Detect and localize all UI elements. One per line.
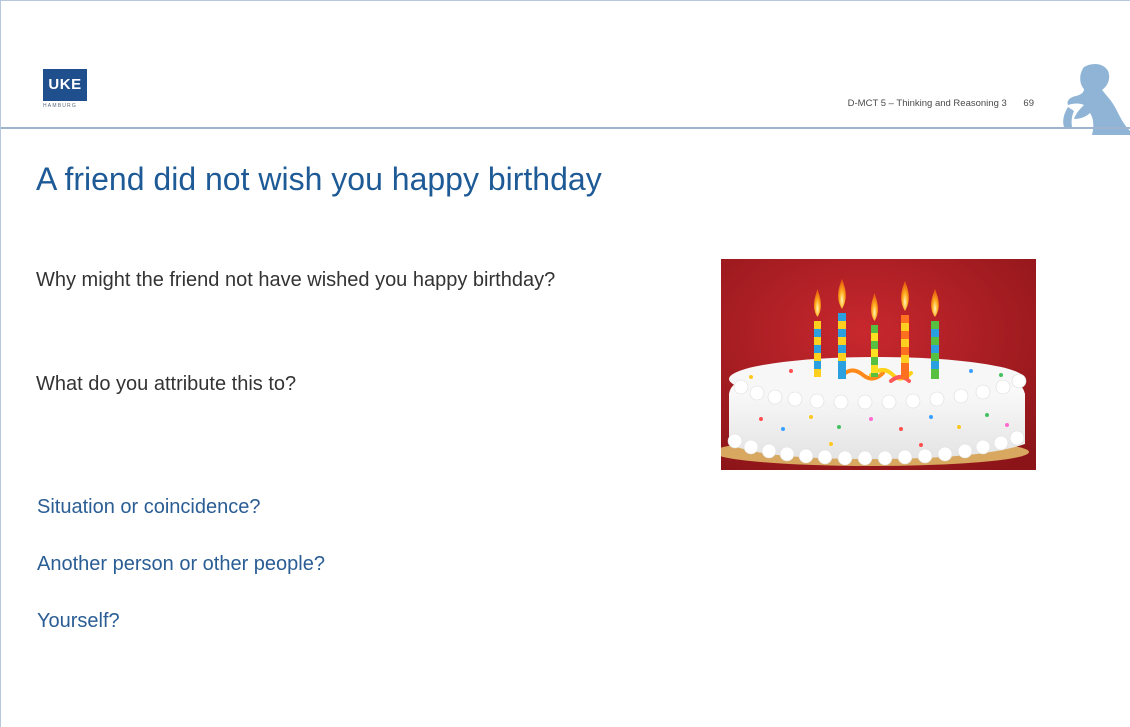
course-title: D-MCT 5 – Thinking and Reasoning 3 [847,98,1007,109]
option-yourself: Yourself? [37,610,120,632]
question-2: What do you attribute this to? [36,373,297,395]
logo-text: UKE [43,69,87,101]
option-other-people: Another person or other people? [37,553,325,575]
header-divider [1,127,1130,129]
question-1: Why might the friend not have wished you… [36,269,556,291]
thinker-figure-icon [1063,63,1130,135]
birthday-cake-photo [721,259,1036,470]
slide-title: A friend did not wish you happy birthday [36,161,602,197]
header-meta: D-MCT 5 – Thinking and Reasoning 3 69 [848,98,1034,109]
logo-subtext: HAMBURG [43,103,77,109]
slide: UKE HAMBURG D-MCT 5 – Thinking and Reaso… [0,0,1130,727]
option-situation: Situation or coincidence? [37,496,261,518]
page-number: 69 [1023,98,1034,109]
uke-logo-icon: UKE HAMBURG [43,69,89,115]
